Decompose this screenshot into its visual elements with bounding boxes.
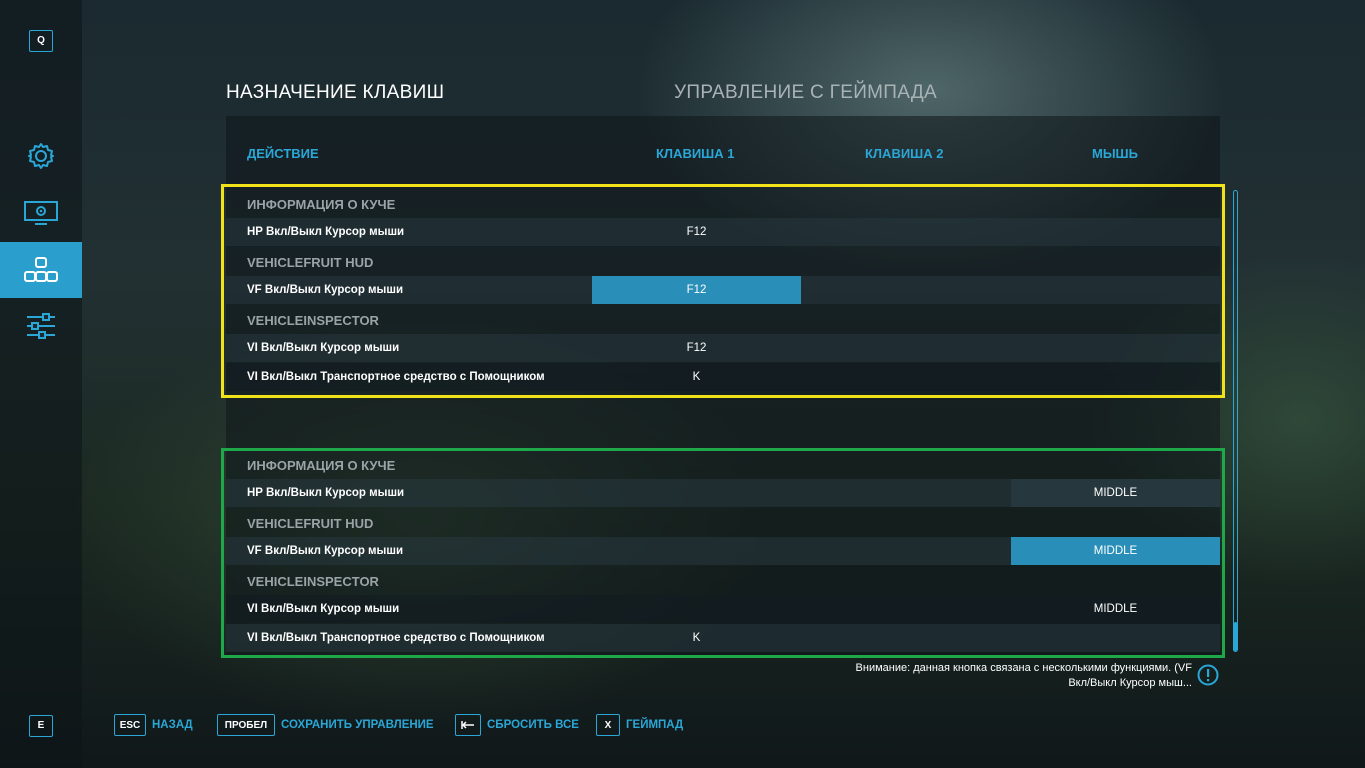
display-settings-icon: [24, 201, 58, 225]
reset-label: СБРОСИТЬ ВСЕ: [487, 719, 579, 731]
tab-gamepad[interactable]: УПРАВЛЕНИЕ С ГЕЙМПАДА: [674, 82, 937, 104]
sidebar: Q E: [0, 0, 82, 768]
section-title: VEHICLEINSPECTOR: [247, 574, 379, 589]
x-key-hint: X: [596, 714, 620, 736]
section-title: ИНФОРМАЦИЯ О КУЧЕ: [247, 458, 396, 473]
section-title: ИНФОРМАЦИЯ О КУЧЕ: [247, 197, 396, 212]
reset-all-button[interactable]: СБРОСИТЬ ВСЕ: [455, 713, 579, 737]
save-label: СОХРАНИТЬ УПРАВЛЕНИЕ: [281, 719, 434, 731]
row-label: VI Вкл/Выкл Транспортное средство с Помо…: [247, 632, 545, 644]
key1-cell[interactable]: K: [592, 363, 801, 391]
sliders-icon: [27, 313, 55, 339]
esc-key-hint: ESC: [114, 714, 146, 736]
section-title: VEHICLEFRUIT HUD: [247, 516, 374, 531]
gamepad-button[interactable]: X ГЕЙМПАД: [596, 713, 683, 737]
table-row[interactable]: VF Вкл/Выкл Курсор мыши F12: [226, 276, 1220, 304]
save-controls-button[interactable]: ПРОБЕЛ СОХРАНИТЬ УПРАВЛЕНИЕ: [217, 713, 434, 737]
back-button[interactable]: ESC НАЗАД: [114, 713, 193, 737]
backspace-key-hint: [455, 714, 481, 736]
column-header-key1: КЛАВИША 1: [656, 146, 735, 161]
row-label: HP Вкл/Выкл Курсор мыши: [247, 226, 405, 238]
row-label: VF Вкл/Выкл Курсор мыши: [247, 545, 404, 557]
key1-cell[interactable]: F12: [592, 334, 801, 362]
table-row[interactable]: VI Вкл/Выкл Курсор мыши F12: [226, 334, 1220, 362]
sidebar-item-display-settings[interactable]: [0, 185, 82, 241]
key1-cell[interactable]: K: [592, 624, 801, 652]
section-title: VEHICLEINSPECTOR: [247, 313, 379, 328]
mouse-cell[interactable]: MIDDLE: [1011, 479, 1220, 507]
back-label: НАЗАД: [152, 719, 193, 731]
table-row[interactable]: VI Вкл/Выкл Транспортное средство с Помо…: [226, 363, 1220, 391]
table-row[interactable]: VI Вкл/Выкл Транспортное средство с Помо…: [226, 624, 1220, 652]
section-title: VEHICLEFRUIT HUD: [247, 255, 374, 270]
sidebar-item-keybindings[interactable]: [0, 242, 82, 298]
column-header-key2: КЛАВИША 2: [865, 146, 944, 161]
e-key-hint[interactable]: E: [29, 715, 53, 737]
row-label: VF Вкл/Выкл Курсор мыши: [247, 284, 404, 296]
table-row[interactable]: HP Вкл/Выкл Курсор мыши F12: [226, 218, 1220, 246]
row-label: VI Вкл/Выкл Курсор мыши: [247, 342, 400, 354]
key1-cell[interactable]: F12: [592, 218, 801, 246]
q-key-hint[interactable]: Q: [29, 30, 53, 52]
table-row[interactable]: HP Вкл/Выкл Курсор мыши MIDDLE: [226, 479, 1220, 507]
key1-cell-selected[interactable]: F12: [592, 276, 801, 304]
warning-line: Внимание: данная кнопка связана с нескол…: [855, 662, 1192, 674]
table-row[interactable]: VF Вкл/Выкл Курсор мыши MIDDLE: [226, 537, 1220, 565]
row-label: VI Вкл/Выкл Транспортное средство с Помо…: [247, 371, 545, 383]
keybindings-icon: [24, 257, 58, 282]
table-row[interactable]: VI Вкл/Выкл Курсор мыши MIDDLE: [226, 595, 1220, 623]
scrollbar-track[interactable]: [1233, 190, 1238, 652]
gear-icon: [28, 143, 54, 169]
sidebar-item-general-settings[interactable]: [0, 128, 82, 184]
warning-icon: [1197, 664, 1219, 686]
tab-keybindings[interactable]: НАЗНАЧЕНИЕ КЛАВИШ: [226, 82, 444, 104]
space-key-hint: ПРОБЕЛ: [217, 714, 275, 736]
column-header-action: ДЕЙСТВИЕ: [247, 146, 319, 161]
gamepad-label: ГЕЙМПАД: [626, 719, 684, 731]
row-label: HP Вкл/Выкл Курсор мыши: [247, 487, 405, 499]
scrollbar-thumb[interactable]: [1234, 622, 1237, 651]
warning-line: Вкл/Выкл Курсор мыш...: [1068, 677, 1192, 689]
column-header-mouse: МЫШЬ: [1092, 146, 1138, 161]
mouse-cell-selected[interactable]: MIDDLE: [1011, 537, 1220, 565]
backspace-icon: [461, 721, 474, 729]
conflict-warning-text: Внимание: данная кнопка связана с нескол…: [760, 661, 1192, 691]
mouse-cell[interactable]: MIDDLE: [1011, 595, 1220, 623]
row-label: VI Вкл/Выкл Курсор мыши: [247, 603, 400, 615]
sidebar-item-controls-settings[interactable]: [0, 298, 82, 354]
